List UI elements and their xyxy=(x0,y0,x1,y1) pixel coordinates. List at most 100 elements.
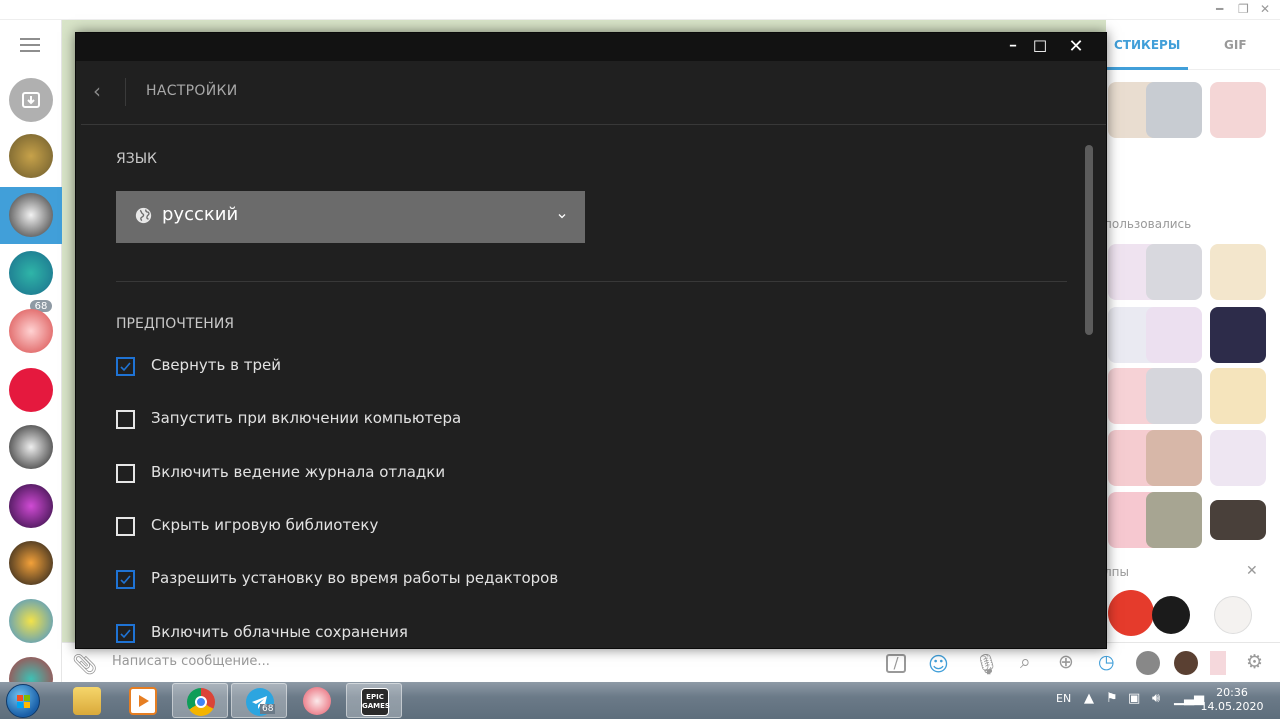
chat-avatar[interactable] xyxy=(9,309,53,353)
sticker-set-label: лпы xyxy=(1104,565,1129,579)
chat-avatar[interactable] xyxy=(9,599,53,643)
sticker-set-icon[interactable] xyxy=(1174,651,1198,675)
sticker[interactable] xyxy=(1152,596,1190,634)
preference-label: Включить облачные сохранения xyxy=(151,622,408,641)
taskbar-snipping-tool[interactable] xyxy=(289,683,345,718)
chat-avatar[interactable] xyxy=(9,368,53,412)
sticker[interactable] xyxy=(1210,244,1266,300)
recent-clock-icon[interactable]: ◷ xyxy=(1098,651,1115,673)
chevron-down-icon xyxy=(558,214,566,219)
sticker[interactable] xyxy=(1210,368,1266,424)
taskbar-media-player[interactable] xyxy=(115,683,171,718)
close-icon[interactable]: ✕ xyxy=(1246,563,1258,579)
language-dropdown[interactable]: русский xyxy=(116,191,585,243)
preference-label: Разрешить установку во время работы реда… xyxy=(151,569,559,588)
chat-avatar[interactable] xyxy=(9,541,53,585)
taskbar-explorer[interactable] xyxy=(59,683,115,718)
epic-titlebar: ━ ☐ ✕ xyxy=(76,33,1106,61)
chat-avatar[interactable] xyxy=(9,251,53,295)
telegram-restore-icon[interactable]: ❐ xyxy=(1238,2,1249,16)
globe-icon xyxy=(135,207,152,224)
preference-label: Включить ведение журнала отладки xyxy=(151,462,446,481)
add-icon[interactable]: ⊕ xyxy=(1058,651,1074,673)
chat-avatar[interactable] xyxy=(9,425,53,469)
preference-checkbox[interactable] xyxy=(116,570,135,590)
clock-date: 14.05.2020 xyxy=(1200,700,1264,713)
tray-flag-icon[interactable]: ⚑ xyxy=(1106,691,1118,706)
chrome-icon xyxy=(187,688,215,716)
preference-row[interactable]: Скрыть игровую библиотеку xyxy=(116,515,816,537)
preference-row[interactable]: Запустить при включении компьютера xyxy=(116,408,816,430)
sticker[interactable] xyxy=(1146,430,1202,486)
preference-checkbox[interactable] xyxy=(116,516,135,536)
maximize-icon[interactable]: ☐ xyxy=(1028,37,1052,57)
folder-icon xyxy=(73,687,101,715)
sticker[interactable] xyxy=(1210,82,1266,138)
volume-icon[interactable]: 🔊︎ xyxy=(1152,691,1160,706)
sticker[interactable] xyxy=(1146,244,1202,300)
emoji-icon[interactable]: ☺ xyxy=(928,652,949,676)
taskbar-telegram[interactable]: 68 xyxy=(231,683,287,718)
active-tab-indicator xyxy=(1106,67,1188,70)
gear-icon[interactable]: ⚙ xyxy=(1246,651,1263,673)
sticker[interactable] xyxy=(1146,368,1202,424)
sticker[interactable] xyxy=(1214,596,1252,634)
chat-avatar[interactable] xyxy=(9,134,53,178)
sticker[interactable] xyxy=(1108,590,1154,636)
taskbar-chrome[interactable] xyxy=(172,683,228,718)
telegram-chat-list: 68 xyxy=(0,20,62,701)
sticker-set-icon[interactable] xyxy=(1210,651,1226,675)
preference-checkbox[interactable] xyxy=(116,410,135,430)
preference-row[interactable]: Включить облачные сохранения xyxy=(116,622,816,644)
archive-icon xyxy=(22,92,40,108)
preference-label: Скрыть игровую библиотеку xyxy=(151,515,379,534)
tray-device-icon[interactable]: ▣ xyxy=(1128,691,1140,706)
system-clock[interactable]: 20:36 14.05.2020 xyxy=(1200,686,1264,714)
close-icon[interactable]: ✕ xyxy=(1064,37,1088,57)
chat-avatar[interactable] xyxy=(9,484,53,528)
message-input[interactable]: Написать сообщение... xyxy=(112,654,270,669)
chat-avatar[interactable] xyxy=(9,193,53,237)
telegram-minimize-icon[interactable]: ━ xyxy=(1216,2,1223,16)
preference-checkbox[interactable] xyxy=(116,463,135,483)
scrollbar-thumb[interactable] xyxy=(1085,145,1093,335)
telegram-close-icon[interactable]: ✕ xyxy=(1260,2,1270,16)
sticker[interactable] xyxy=(1146,82,1202,138)
sticker[interactable] xyxy=(1210,500,1266,540)
input-language[interactable]: EN xyxy=(1056,692,1071,705)
sticker[interactable] xyxy=(1146,492,1202,548)
recently-used-label: пользовались xyxy=(1104,217,1192,231)
attach-icon[interactable]: 📎︎ xyxy=(72,652,97,676)
search-icon[interactable]: ⌕ xyxy=(1020,651,1031,673)
checkmark-icon xyxy=(120,575,131,585)
windows-logo-icon xyxy=(17,695,30,708)
archive-avatar[interactable] xyxy=(9,78,53,122)
tab-gif[interactable]: GIF xyxy=(1224,38,1247,52)
bot-command-icon[interactable]: / xyxy=(886,654,906,673)
preference-checkbox[interactable] xyxy=(116,357,135,376)
preference-row[interactable]: Свернуть в трей xyxy=(116,355,816,377)
windows-taskbar: 68 EPIC GAMES EN ▲ ⚑ ▣ 🔊︎ ▁▃▅ 20:36 14.0… xyxy=(0,682,1280,719)
back-chevron-icon[interactable]: ‹ xyxy=(93,79,101,103)
tray-chevron-icon[interactable]: ▲ xyxy=(1084,691,1094,706)
sticker[interactable] xyxy=(1210,430,1266,486)
preference-label: Свернуть в трей xyxy=(151,356,281,374)
sticker[interactable] xyxy=(1146,307,1202,363)
preference-row[interactable]: Разрешить установку во время работы реда… xyxy=(116,568,816,590)
tab-stickers[interactable]: СТИКЕРЫ xyxy=(1114,38,1180,52)
sticker[interactable] xyxy=(1210,307,1266,363)
hamburger-menu-icon[interactable] xyxy=(20,38,40,56)
telegram-badge: 68 xyxy=(260,704,276,714)
sticker-set-icon[interactable] xyxy=(1136,651,1160,675)
minimize-icon[interactable]: ━ xyxy=(1001,37,1025,57)
start-button[interactable] xyxy=(6,684,40,718)
taskbar-epic-games[interactable]: EPIC GAMES xyxy=(346,683,402,718)
clock-time: 20:36 xyxy=(1216,686,1248,699)
section-divider xyxy=(116,281,1067,282)
settings-content: ЯЗЫК русский ПРЕДПОЧТЕНИЯ Свернуть в тре… xyxy=(81,126,1106,648)
preference-row[interactable]: Включить ведение журнала отладки xyxy=(116,462,816,484)
epic-settings-window: ━ ☐ ✕ ‹ НАСТРОЙКИ ЯЗЫК русский ПРЕДПОЧТЕ… xyxy=(75,32,1107,649)
preference-checkbox[interactable] xyxy=(116,623,135,643)
microphone-icon[interactable]: 🎙︎ xyxy=(974,652,999,676)
settings-header: ‹ НАСТРОЙКИ xyxy=(81,61,1106,125)
